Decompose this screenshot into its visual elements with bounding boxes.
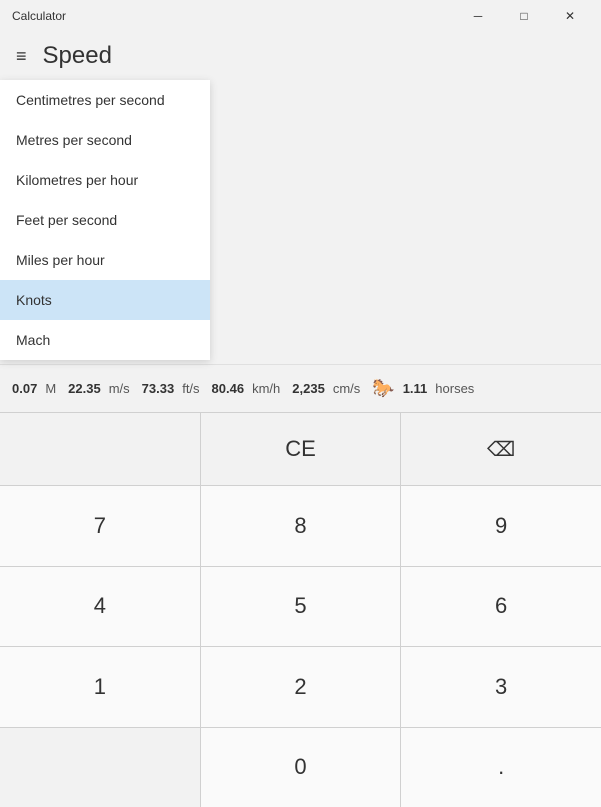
- button-dot[interactable]: .: [401, 728, 601, 807]
- calculator-grid: CE ⌫ 7 8 9 4 5 6 1 2 3 0 .: [0, 412, 601, 807]
- app-header: ≡ Speed: [0, 32, 601, 80]
- button-5[interactable]: 5: [201, 567, 401, 647]
- ce-button[interactable]: CE: [201, 413, 401, 485]
- speed-bar: 0.07 M 22.35 m/s 73.33 ft/s 80.46 km/h 2…: [0, 364, 601, 412]
- speed-val-5: 1.11: [403, 381, 428, 396]
- dropdown-item-centimetres-per-second[interactable]: Centimetres per second: [0, 80, 210, 120]
- window-title: Calculator: [12, 9, 66, 23]
- speed-unit-1: m/s: [109, 381, 130, 396]
- dropdown-item-miles-per-hour[interactable]: Miles per hour: [0, 240, 210, 280]
- dropdown-item-metres-per-second[interactable]: Metres per second: [0, 120, 210, 160]
- minimize-button[interactable]: ─: [455, 0, 501, 32]
- button-8[interactable]: 8: [201, 486, 401, 566]
- button-3[interactable]: 3: [401, 647, 601, 727]
- speed-val-0: 0.07: [12, 381, 37, 396]
- button-4[interactable]: 4: [0, 567, 200, 647]
- button-1[interactable]: 1: [0, 647, 200, 727]
- button-9[interactable]: 9: [401, 486, 601, 566]
- button-7[interactable]: 7: [0, 486, 200, 566]
- speed-val-1: 22.35: [68, 381, 101, 396]
- dropdown-list: Centimetres per second Metres per second…: [0, 80, 210, 360]
- app-window: Calculator ─ □ ✕ ≡ Speed Centimetres per…: [0, 0, 601, 807]
- window-controls: ─ □ ✕: [455, 0, 593, 32]
- app-title: Speed: [43, 42, 112, 70]
- speed-val-4: 2,235: [292, 381, 325, 396]
- backspace-button[interactable]: ⌫: [401, 413, 601, 485]
- speed-unit-2: ft/s: [182, 381, 199, 396]
- speed-unit-3: km/h: [252, 381, 280, 396]
- button-0[interactable]: 0: [201, 728, 401, 807]
- title-bar: Calculator ─ □ ✕: [0, 0, 601, 32]
- speed-unit-0: M: [45, 381, 56, 396]
- dropdown-item-mach[interactable]: Mach: [0, 320, 210, 360]
- speed-unit-4: cm/s: [333, 381, 360, 396]
- button-2[interactable]: 2: [201, 647, 401, 727]
- backspace-icon: ⌫: [487, 437, 515, 462]
- speed-unit-5: horses: [435, 381, 474, 396]
- horse-icon: 🐎: [372, 378, 394, 399]
- dropdown-item-kilometres-per-hour[interactable]: Kilometres per hour: [0, 160, 210, 200]
- empty-cell-top: [0, 413, 200, 485]
- hamburger-icon[interactable]: ≡: [16, 46, 27, 67]
- speed-val-3: 80.46: [212, 381, 245, 396]
- button-6[interactable]: 6: [401, 567, 601, 647]
- empty-cell-bottom: [0, 728, 200, 807]
- dropdown-item-feet-per-second[interactable]: Feet per second: [0, 200, 210, 240]
- dropdown-item-knots[interactable]: Knots: [0, 280, 210, 320]
- dropdown-area: Centimetres per second Metres per second…: [0, 80, 601, 364]
- maximize-button[interactable]: □: [501, 0, 547, 32]
- close-button[interactable]: ✕: [547, 0, 593, 32]
- speed-val-2: 73.33: [142, 381, 175, 396]
